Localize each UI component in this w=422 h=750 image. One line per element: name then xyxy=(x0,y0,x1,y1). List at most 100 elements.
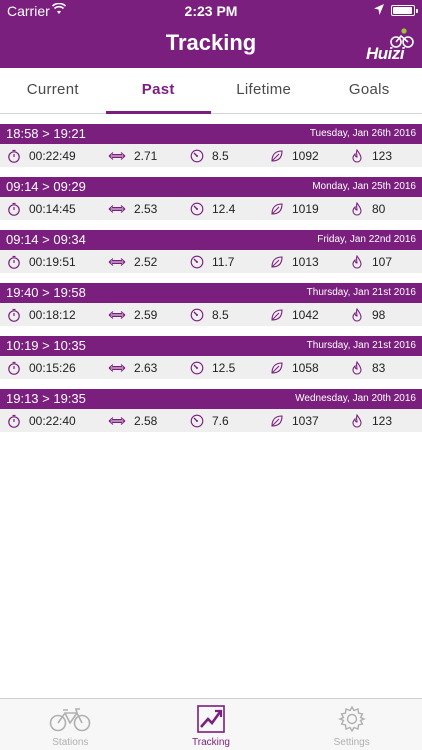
trip-distance-value: 2.52 xyxy=(134,254,158,269)
stopwatch-icon xyxy=(8,255,20,269)
trip-calories: 1019 xyxy=(270,197,319,220)
distance-arrows-icon xyxy=(108,310,126,319)
flame-icon xyxy=(352,307,362,322)
stopwatch-icon xyxy=(8,361,20,375)
distance-arrows-icon xyxy=(108,204,126,213)
trip-co2-value: 80 xyxy=(372,201,386,216)
tabbar-settings[interactable]: Settings xyxy=(281,699,422,750)
trip-speed: 12.5 xyxy=(190,356,235,379)
flame-icon xyxy=(352,413,362,428)
flame-icon xyxy=(352,148,362,163)
trip-duration-value: 00:14:45 xyxy=(29,201,76,216)
trip-speed: 8.5 xyxy=(190,144,229,167)
trip-speed: 8.5 xyxy=(190,303,229,326)
trip-co2: 107 xyxy=(350,250,392,273)
huizi-logo: Huizi xyxy=(366,28,414,64)
stopwatch-icon xyxy=(8,308,20,322)
trip-speed-value: 12.5 xyxy=(212,360,236,375)
trip-calories-value: 1037 xyxy=(292,413,319,428)
trip-co2: 123 xyxy=(350,144,392,167)
battery-icon xyxy=(391,5,418,16)
trip-time-range: 19:13 > 19:35 xyxy=(6,391,86,406)
speedometer-icon xyxy=(190,308,204,321)
trip-distance: 2.58 xyxy=(108,409,157,432)
trip-distance-value: 2.63 xyxy=(134,360,158,375)
tab-past[interactable]: Past xyxy=(105,68,212,114)
tabbar-stations[interactable]: Stations xyxy=(0,699,141,750)
distance-arrows-icon xyxy=(108,363,126,372)
page-title: Tracking xyxy=(165,30,257,55)
trip-item[interactable]: 09:14 > 09:34 Friday, Jan 22nd 2016 00:1… xyxy=(0,230,422,273)
tab-current[interactable]: Current xyxy=(0,68,106,113)
trip-calories-value: 1058 xyxy=(292,360,319,375)
tabbar-settings-label: Settings xyxy=(333,737,370,748)
trip-stats: 00:14:45 2.53 12.4 1019 80 xyxy=(0,197,422,220)
trip-calories-value: 1042 xyxy=(292,307,319,322)
trip-co2-value: 123 xyxy=(372,413,393,428)
trip-speed-value: 8.5 xyxy=(212,307,229,322)
trip-calories-value: 1092 xyxy=(292,148,319,163)
trip-duration: 00:19:51 xyxy=(7,250,76,273)
trip-co2: 83 xyxy=(350,356,385,379)
distance-arrows-icon xyxy=(108,257,126,266)
trip-item[interactable]: 19:13 > 19:35 Wednesday, Jan 20th 2016 0… xyxy=(0,389,422,432)
trip-co2: 98 xyxy=(350,303,385,326)
leaf-icon xyxy=(271,308,283,321)
trip-date: Thursday, Jan 21st 2016 xyxy=(306,287,416,298)
trip-calories: 1037 xyxy=(270,409,319,432)
leaf-icon xyxy=(271,255,283,268)
bottom-tab-bar: Stations Tracking Settings xyxy=(0,698,422,750)
trip-speed: 12.4 xyxy=(190,197,235,220)
trip-duration: 00:14:45 xyxy=(7,197,76,220)
navigation-bar: Tracking Huizi xyxy=(0,22,422,68)
trip-co2-value: 123 xyxy=(372,148,393,163)
logo-text: Huizi xyxy=(366,44,405,63)
trip-item[interactable]: 19:40 > 19:58 Thursday, Jan 21st 2016 00… xyxy=(0,283,422,326)
trip-duration-value: 00:15:26 xyxy=(29,360,76,375)
trip-date: Monday, Jan 25th 2016 xyxy=(312,181,416,192)
trip-speed-value: 8.5 xyxy=(212,148,229,163)
trip-speed: 11.7 xyxy=(190,250,234,273)
speedometer-icon xyxy=(190,361,204,374)
flame-icon xyxy=(352,201,362,216)
tabbar-tracking[interactable]: Tracking xyxy=(141,699,282,750)
trip-date: Wednesday, Jan 20th 2016 xyxy=(295,393,416,404)
trip-time-range: 09:14 > 09:34 xyxy=(6,232,86,247)
trip-header: 09:14 > 09:29 Monday, Jan 25th 2016 xyxy=(0,177,422,197)
trip-date: Friday, Jan 22nd 2016 xyxy=(317,234,416,245)
trip-time-range: 09:14 > 09:29 xyxy=(6,179,86,194)
trip-calories-value: 1019 xyxy=(292,201,319,216)
trip-speed-value: 11.7 xyxy=(212,254,235,269)
trip-item[interactable]: 18:58 > 19:21 Tuesday, Jan 26th 2016 00:… xyxy=(0,124,422,167)
trip-distance-value: 2.71 xyxy=(134,148,158,163)
trip-duration: 00:22:40 xyxy=(7,409,76,432)
trip-duration-value: 00:18:12 xyxy=(29,307,76,322)
trip-stats: 00:22:49 2.71 8.5 1092 123 xyxy=(0,144,422,167)
trip-time-range: 19:40 > 19:58 xyxy=(6,285,86,300)
bicycle-icon xyxy=(50,708,91,732)
status-bar: Carrier 2:23 PM xyxy=(0,0,422,22)
trip-time-range: 18:58 > 19:21 xyxy=(6,126,86,141)
flame-icon xyxy=(352,360,362,375)
distance-arrows-icon xyxy=(108,151,126,160)
trip-date: Tuesday, Jan 26th 2016 xyxy=(309,128,416,139)
trip-duration-value: 00:22:49 xyxy=(29,148,76,163)
stopwatch-icon xyxy=(8,414,20,428)
speedometer-icon xyxy=(190,149,204,162)
trip-item[interactable]: 09:14 > 09:29 Monday, Jan 25th 2016 00:1… xyxy=(0,177,422,220)
trip-calories: 1058 xyxy=(270,356,319,379)
trip-speed-value: 12.4 xyxy=(212,201,236,216)
trip-item[interactable]: 10:19 > 10:35 Thursday, Jan 21st 2016 00… xyxy=(0,336,422,379)
tab-goals[interactable]: Goals xyxy=(317,68,422,113)
trip-co2-value: 83 xyxy=(372,360,386,375)
tab-lifetime[interactable]: Lifetime xyxy=(211,68,317,113)
trip-distance: 2.63 xyxy=(108,356,157,379)
trip-distance: 2.71 xyxy=(108,144,157,167)
trip-stats: 00:22:40 2.58 7.6 1037 123 xyxy=(0,409,422,432)
trip-duration-value: 00:19:51 xyxy=(29,254,76,269)
leaf-icon xyxy=(271,414,283,427)
trip-duration: 00:15:26 xyxy=(7,356,76,379)
trip-calories: 1013 xyxy=(270,250,319,273)
tabbar-stations-label: Stations xyxy=(52,737,89,748)
tabbar-tracking-label: Tracking xyxy=(192,737,230,748)
